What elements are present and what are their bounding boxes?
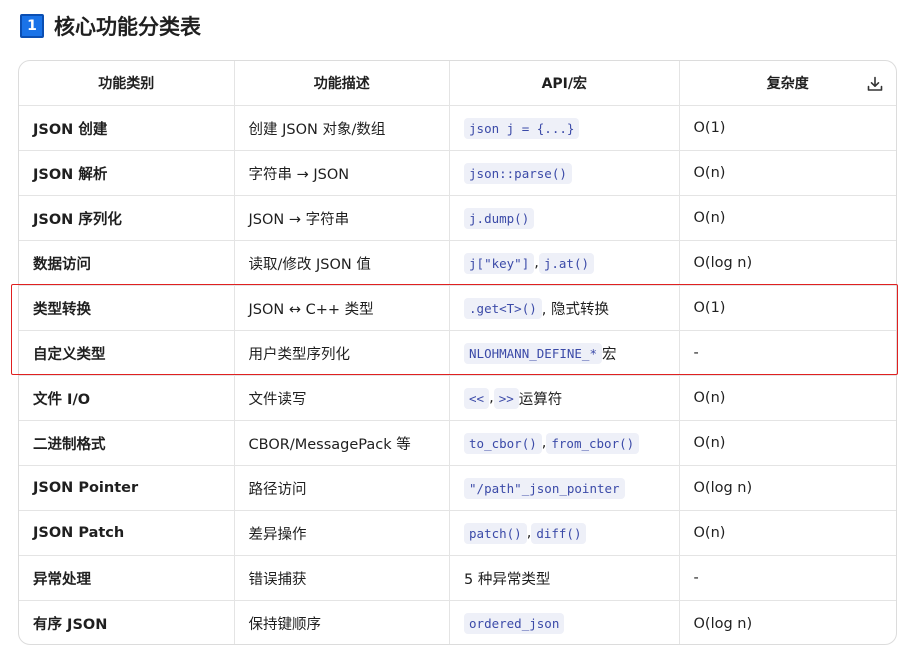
table-row: JSON 创建 创建 JSON 对象/数组 json j = {...} O(1) bbox=[19, 106, 896, 151]
table-row: 数据访问 读取/修改 JSON 值 j["key"], j.at() O(log n) bbox=[19, 241, 896, 286]
api-code-snippet: j["key"] bbox=[464, 252, 535, 274]
api-text: 5 种异常类型 bbox=[464, 571, 551, 588]
cell-description: 路径访问 bbox=[235, 466, 451, 510]
api-text: 运算符 bbox=[518, 391, 563, 408]
cell-api: 5 种异常类型 bbox=[450, 556, 680, 600]
cell-api: .get<T>(), 隐式转换 bbox=[450, 286, 680, 330]
cell-api: patch(), diff() bbox=[450, 511, 680, 555]
cell-description: 文件读写 bbox=[235, 376, 451, 420]
cell-complexity: - bbox=[693, 345, 699, 361]
section-heading: 1 核心功能分类表 bbox=[20, 12, 201, 40]
column-header-complexity-label: 复杂度 bbox=[766, 76, 809, 92]
cell-complexity: O(log n) bbox=[693, 480, 753, 496]
cell-api: NLOHMANN_DEFINE_* 宏 bbox=[450, 331, 680, 375]
cell-description: CBOR/MessagePack 等 bbox=[235, 421, 451, 465]
download-icon[interactable] bbox=[866, 75, 884, 93]
table-row: 有序 JSON 保持键顺序 ordered_json O(log n) bbox=[19, 601, 896, 644]
cell-description: JSON → 字符串 bbox=[235, 196, 451, 240]
table-row: 文件 I/O 文件读写 <<, >> 运算符 O(n) bbox=[19, 376, 896, 421]
cell-description: 创建 JSON 对象/数组 bbox=[235, 106, 451, 150]
cell-api: j["key"], j.at() bbox=[450, 241, 680, 285]
table-row: 异常处理 错误捕获 5 种异常类型 - bbox=[19, 556, 896, 601]
cell-description: 读取/修改 JSON 值 bbox=[235, 241, 451, 285]
cell-complexity: O(log n) bbox=[693, 615, 753, 632]
table-row: JSON 解析 字符串 → JSON json::parse() O(n) bbox=[19, 151, 896, 196]
table-row: JSON 序列化 JSON → 字符串 j.dump() O(n) bbox=[19, 196, 896, 241]
cell-category: JSON Patch bbox=[19, 511, 235, 555]
cell-api: "/path"_json_pointer bbox=[450, 466, 680, 510]
cell-category: JSON Pointer bbox=[19, 466, 235, 510]
cell-complexity: O(log n) bbox=[693, 255, 753, 271]
cell-category: 有序 JSON bbox=[19, 601, 235, 644]
cell-description: 用户类型序列化 bbox=[235, 331, 451, 375]
cell-category: JSON 序列化 bbox=[19, 196, 235, 240]
cell-category: 文件 I/O bbox=[19, 376, 235, 420]
api-code-snippet: "/path"_json_pointer bbox=[464, 477, 625, 499]
cell-complexity: O(n) bbox=[693, 210, 726, 226]
section-title: 核心功能分类表 bbox=[54, 15, 201, 39]
cell-api: <<, >> 运算符 bbox=[450, 376, 680, 420]
cell-api: ordered_json bbox=[450, 601, 680, 644]
cell-category: JSON 创建 bbox=[19, 106, 235, 150]
cell-description: 错误捕获 bbox=[235, 556, 451, 600]
column-header-complexity: 复杂度 bbox=[680, 61, 896, 105]
cell-complexity: O(n) bbox=[693, 165, 726, 181]
column-header-description: 功能描述 bbox=[235, 61, 451, 105]
cell-category: 自定义类型 bbox=[19, 331, 235, 375]
cell-category: 数据访问 bbox=[19, 241, 235, 285]
table-row: 自定义类型 用户类型序列化 NLOHMANN_DEFINE_* 宏- bbox=[19, 331, 896, 376]
api-code-snippet: json::parse() bbox=[464, 162, 572, 184]
cell-description: 字符串 → JSON bbox=[235, 151, 451, 195]
cell-description: 差异操作 bbox=[235, 511, 451, 555]
api-code-snippet: j.at() bbox=[538, 252, 595, 274]
api-code-snippet: json j = {...} bbox=[464, 117, 580, 139]
api-code-snippet: patch() bbox=[464, 522, 527, 544]
cell-description: JSON ↔ C++ 类型 bbox=[235, 286, 451, 330]
cell-category: 类型转换 bbox=[19, 286, 235, 330]
column-header-category: 功能类别 bbox=[19, 61, 235, 105]
api-code-snippet: j.dump() bbox=[464, 207, 535, 229]
cell-category: 异常处理 bbox=[19, 556, 235, 600]
api-code-snippet: NLOHMANN_DEFINE_* bbox=[464, 342, 602, 364]
cell-complexity: O(n) bbox=[693, 390, 726, 406]
api-code-snippet: >> bbox=[493, 387, 519, 409]
cell-api: to_cbor(), from_cbor() bbox=[450, 421, 680, 465]
cell-description: 保持键顺序 bbox=[235, 601, 451, 644]
cell-category: 二进制格式 bbox=[19, 421, 235, 465]
table-header-row: 功能类别 功能描述 API/宏 复杂度 bbox=[19, 61, 896, 106]
column-header-api: API/宏 bbox=[450, 61, 680, 105]
cell-api: json j = {...} bbox=[450, 106, 680, 150]
cell-complexity: O(n) bbox=[693, 435, 726, 451]
cell-category: JSON 解析 bbox=[19, 151, 235, 195]
feature-table: 功能类别 功能描述 API/宏 复杂度 JSON 创建 创建 JSON 对象/数组… bbox=[18, 60, 897, 645]
api-text: 宏 bbox=[601, 346, 617, 363]
table-row: JSON Patch 差异操作 patch(), diff() O(n) bbox=[19, 511, 896, 556]
api-code-snippet: .get<T>() bbox=[464, 297, 542, 319]
api-code-snippet: << bbox=[464, 387, 490, 409]
table-row: 类型转换 JSON ↔ C++ 类型 .get<T>(), 隐式转换 O(1) bbox=[19, 286, 896, 331]
cell-complexity: O(n) bbox=[693, 525, 726, 541]
cell-complexity: O(1) bbox=[693, 120, 726, 136]
cell-api: j.dump() bbox=[450, 196, 680, 240]
table-row: JSON Pointer 路径访问 "/path"_json_pointer O(lo… bbox=[19, 466, 896, 511]
api-code-snippet: ordered_json bbox=[464, 613, 565, 634]
api-code-snippet: diff() bbox=[531, 522, 587, 544]
cell-api: json::parse() bbox=[450, 151, 680, 195]
table-body: JSON 创建 创建 JSON 对象/数组 json j = {...} O(1) JS… bbox=[19, 106, 896, 644]
section-number-badge: 1 bbox=[20, 14, 44, 38]
api-text: , 隐式转换 bbox=[541, 301, 609, 318]
api-code-snippet: to_cbor() bbox=[464, 432, 542, 454]
table-row: 二进制格式 CBOR/MessagePack 等 to_cbor(), from_cb… bbox=[19, 421, 896, 466]
cell-complexity: O(1) bbox=[693, 300, 726, 316]
api-code-snippet: from_cbor() bbox=[546, 432, 640, 454]
cell-complexity: - bbox=[693, 570, 699, 586]
page: 1 核心功能分类表 功能类别 功能描述 API/宏 复杂度 JSON 创建 创建 … bbox=[0, 0, 914, 656]
